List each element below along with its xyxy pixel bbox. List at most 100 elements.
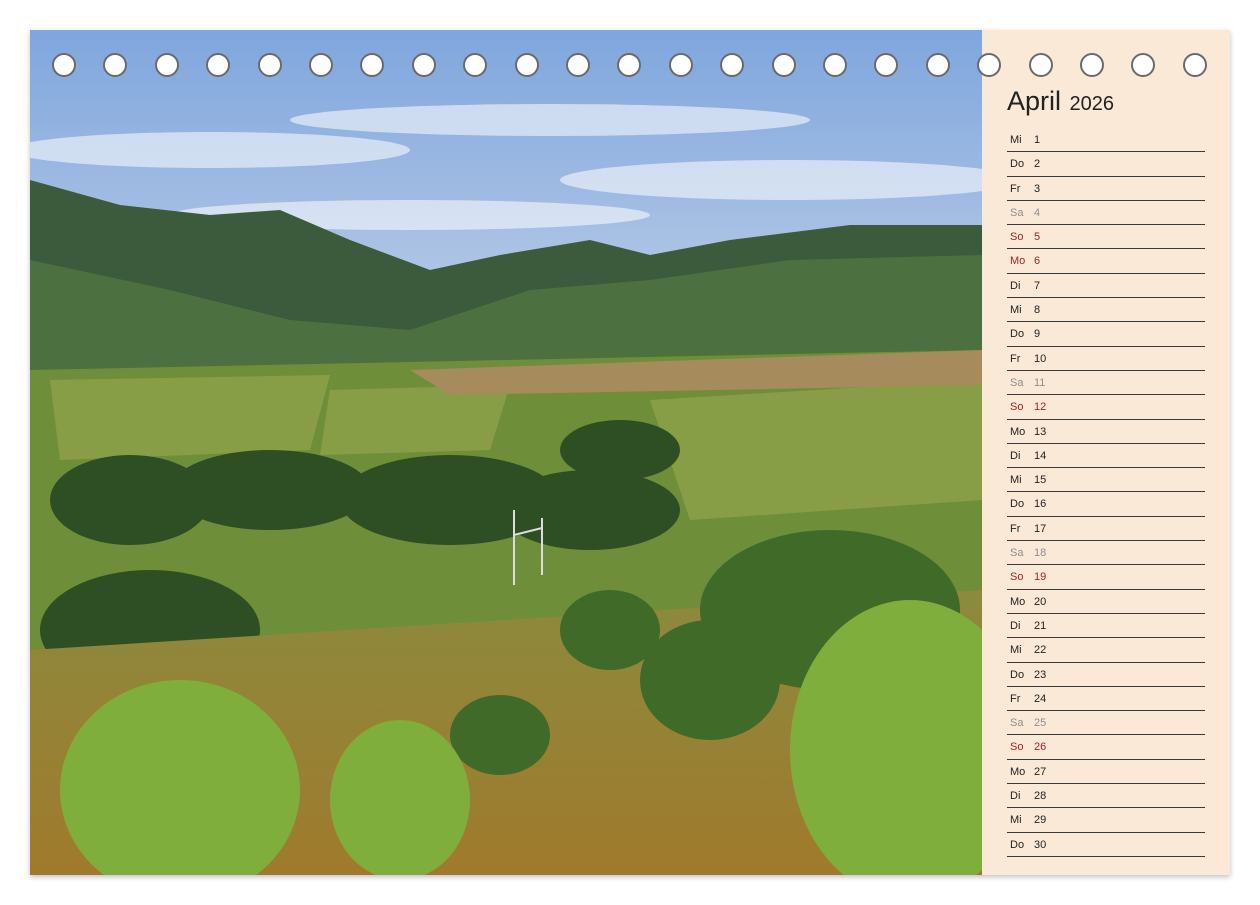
day-number: 7 [1034,279,1041,292]
weekday-label: Mo [1010,595,1026,608]
weekday-label: Do [1010,158,1025,171]
day-number: 22 [1034,644,1047,657]
binding-ring [617,53,642,77]
day-row: So 5 [1007,225,1205,250]
weekday-label: So [1010,401,1024,414]
year: 2026 [1069,93,1114,115]
day-number: 14 [1034,449,1047,462]
day-row: So 19 [1007,565,1205,590]
weekday-label: Sa [1010,717,1024,730]
binding-ring [1182,53,1207,77]
day-row: Mo 27 [1007,760,1205,785]
weekday-label: Sa [1010,376,1024,389]
weekday-label: Do [1010,668,1025,681]
day-row: Di 28 [1007,784,1205,809]
weekday-label: Do [1010,328,1025,341]
binding-ring [257,53,282,77]
day-number: 15 [1034,474,1047,487]
weekday-label: Fr [1010,522,1021,535]
weekday-label: So [1010,231,1024,244]
day-number: 24 [1034,692,1047,705]
binding-ring [463,53,488,77]
day-row: Fr 10 [1007,347,1205,371]
day-row: Mi 15 [1007,468,1205,493]
day-number: 8 [1034,304,1041,317]
weekday-label: Do [1010,838,1025,851]
month-name: April [1007,86,1062,116]
binding-ring [771,53,796,77]
day-number: 2 [1034,158,1041,171]
weekday-label: Sa [1010,206,1024,219]
binding-ring [1080,53,1104,77]
day-row: Di 14 [1007,444,1205,469]
day-row: Sa 18 [1007,541,1205,566]
day-row: Mi 1 [1007,128,1205,153]
weekday-label: Sa [1010,547,1024,560]
weekday-label: Di [1010,619,1021,632]
binding-ring [720,53,745,77]
weekday-label: Fr [1010,692,1021,705]
day-number: 11 [1034,376,1046,389]
day-row: Do 16 [1007,492,1205,517]
binding-ring [823,53,847,77]
day-list: Mi 1 Do 2 Fr 3 Sa 4 So 5 Mo 6 Di 7 Mi 8 Do 9 Fr 10 Sa 11 So 12 M… [1007,128,1205,857]
weekday-label: Mi [1010,814,1022,827]
binding-ring [52,53,76,77]
binding-ring [309,53,333,77]
day-number: 19 [1034,571,1047,584]
binding-ring [566,53,590,77]
day-number: 10 [1034,352,1047,365]
day-number: 16 [1034,498,1047,511]
binding-ring [360,53,385,77]
binding-ring [411,53,436,77]
day-row: Di 7 [1007,274,1205,299]
day-number: 5 [1034,231,1041,244]
weekday-label: Di [1010,449,1021,462]
day-row: Fr 3 [1007,177,1205,201]
binding-ring [977,53,1002,77]
day-number: 1 [1034,134,1041,146]
weekday-label: Mo [1010,765,1026,778]
day-row: Sa 11 [1007,371,1205,396]
binding-ring [925,53,950,77]
day-row: Mo 6 [1007,249,1205,274]
day-row: Fr 17 [1007,517,1205,542]
weekday-label: Mi [1010,304,1022,317]
weekday-label: So [1010,741,1024,754]
day-number: 25 [1034,717,1047,730]
day-number: 27 [1034,765,1047,778]
day-number: 26 [1034,741,1047,754]
binding-ring [874,53,899,77]
day-number: 23 [1034,668,1047,681]
weekday-label: Di [1010,790,1021,803]
binding-ring [668,53,693,77]
day-row: Mi 22 [1007,638,1205,663]
day-row: Do 23 [1007,663,1205,687]
weekday-label: Mi [1010,644,1022,657]
landscape-photo [30,30,982,875]
calendar-panel: April 2026 Mi 1 Do 2 Fr 3 Sa 4 So 5 Mo 6 Di 7 Mi 8 Do 9 Fr… [982,30,1230,875]
day-row: Fr 24 [1007,687,1205,712]
weekday-label: Di [1010,279,1021,292]
weekday-label: Fr [1010,352,1021,365]
day-row: Do 9 [1007,322,1205,347]
weekday-label: Mi [1010,134,1022,146]
day-number: 18 [1034,547,1047,560]
day-row: Do 30 [1007,833,1205,857]
binding-ring [103,53,128,77]
weekday-label: Mi [1010,474,1022,487]
weekday-label: Mo [1010,425,1026,438]
day-number: 3 [1034,182,1041,195]
month-title: April 2026 [1007,86,1114,117]
day-number: 20 [1034,595,1047,608]
weekday-label: Mo [1010,255,1026,268]
calendar-page: April 2026 Mi 1 Do 2 Fr 3 Sa 4 So 5 Mo 6 Di 7 Mi 8 Do 9 Fr… [30,30,1230,875]
day-row: So 26 [1007,735,1205,760]
day-row: Mi 8 [1007,298,1205,323]
day-number: 6 [1034,255,1041,268]
day-row: Do 2 [1007,152,1205,177]
weekday-label: Fr [1010,182,1021,195]
day-number: 13 [1034,425,1047,438]
day-row: Di 21 [1007,614,1205,639]
day-row: Sa 4 [1007,201,1205,226]
